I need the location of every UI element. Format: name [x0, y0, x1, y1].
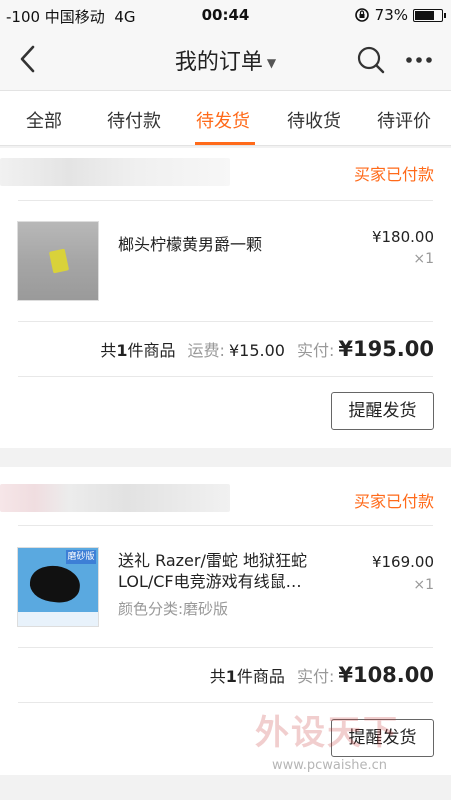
tab-pending-review[interactable]: 待评价 — [377, 107, 431, 133]
divider — [18, 702, 433, 703]
shop-name-blurred[interactable] — [0, 484, 230, 512]
divider — [18, 647, 433, 648]
order-tabs: 全部 待付款 待发货 待收货 待评价 — [0, 90, 451, 146]
watermark-logo: 外设天下 — [255, 713, 399, 753]
product-thumbnail[interactable] — [17, 221, 99, 301]
shipping-value: ¥15.00 — [228, 341, 285, 360]
divider — [18, 525, 433, 526]
status-right: 73% — [354, 6, 446, 24]
product-price: ¥169.00 — [371, 553, 434, 571]
divider — [18, 321, 433, 322]
page-title: 我的订单 — [174, 50, 263, 75]
product-sku: 颜色分类:磨砂版 — [118, 600, 229, 618]
product-quantity: ×1 — [413, 577, 434, 593]
battery-fill — [415, 10, 434, 20]
divider — [18, 200, 433, 201]
order-summary: 共 1 件商品 实付: ¥108.00 — [210, 663, 434, 687]
order-summary: 共 1 件商品 运费: ¥15.00 实付: ¥195.00 — [100, 337, 434, 361]
nav-bar: 我的订单 ▼ — [0, 30, 451, 90]
tab-all[interactable]: 全部 — [26, 107, 62, 133]
item-count-suffix: 件商品 — [127, 341, 176, 360]
paid-label: 实付: — [296, 341, 335, 360]
battery-percent: 73% — [374, 6, 408, 24]
divider — [18, 376, 433, 377]
search-icon[interactable] — [356, 45, 386, 75]
paid-value: ¥195.00 — [338, 337, 434, 361]
remind-ship-button[interactable]: 提醒发货 — [331, 392, 434, 430]
watermark-url: www.pcwaishe.cn — [272, 758, 387, 773]
tab-pending-shipment[interactable]: 待发货 — [196, 107, 250, 133]
item-count-prefix: 共 — [100, 341, 117, 360]
item-count: 1 — [116, 341, 128, 360]
rotation-lock-icon — [354, 8, 369, 22]
paid-label: 实付: — [296, 667, 335, 686]
battery-icon — [413, 8, 446, 22]
paid-value: ¥108.00 — [338, 663, 434, 687]
active-tab-indicator — [195, 142, 255, 145]
thumbnail-stripe — [18, 612, 98, 626]
product-image-lemon — [48, 248, 70, 274]
product-image-mouse — [27, 562, 83, 606]
shipping-label: 运费: — [187, 341, 225, 360]
product-price: ¥180.00 — [371, 228, 434, 246]
thumbnail-tag: 磨砂版 — [66, 550, 96, 564]
product-title[interactable]: 榔头柠檬黄男爵一颗 — [118, 234, 323, 255]
shop-name-blurred[interactable] — [0, 158, 230, 186]
caret-down-icon: ▼ — [266, 56, 277, 70]
product-title[interactable]: 送礼 Razer/雷蛇 地狱狂蛇 LOL/CF电竞游戏有线鼠… — [118, 550, 323, 592]
item-count-prefix: 共 — [209, 667, 226, 686]
order-card[interactable]: 买家已付款 榔头柠檬黄男爵一颗 ¥180.00 ×1 共 1 件商品 运费: ¥… — [0, 148, 451, 448]
order-status: 买家已付款 — [353, 492, 434, 511]
tab-pending-payment[interactable]: 待付款 — [107, 107, 161, 133]
product-thumbnail[interactable]: 磨砂版 — [17, 547, 99, 627]
tab-pending-receipt[interactable]: 待收货 — [287, 107, 341, 133]
product-quantity: ×1 — [413, 251, 434, 267]
more-icon[interactable] — [404, 48, 434, 72]
item-count: 1 — [225, 667, 237, 686]
item-count-suffix: 件商品 — [236, 667, 285, 686]
status-bar: -100 中国移动 4G 00:44 73% — [0, 0, 451, 30]
order-status: 买家已付款 — [353, 165, 434, 184]
